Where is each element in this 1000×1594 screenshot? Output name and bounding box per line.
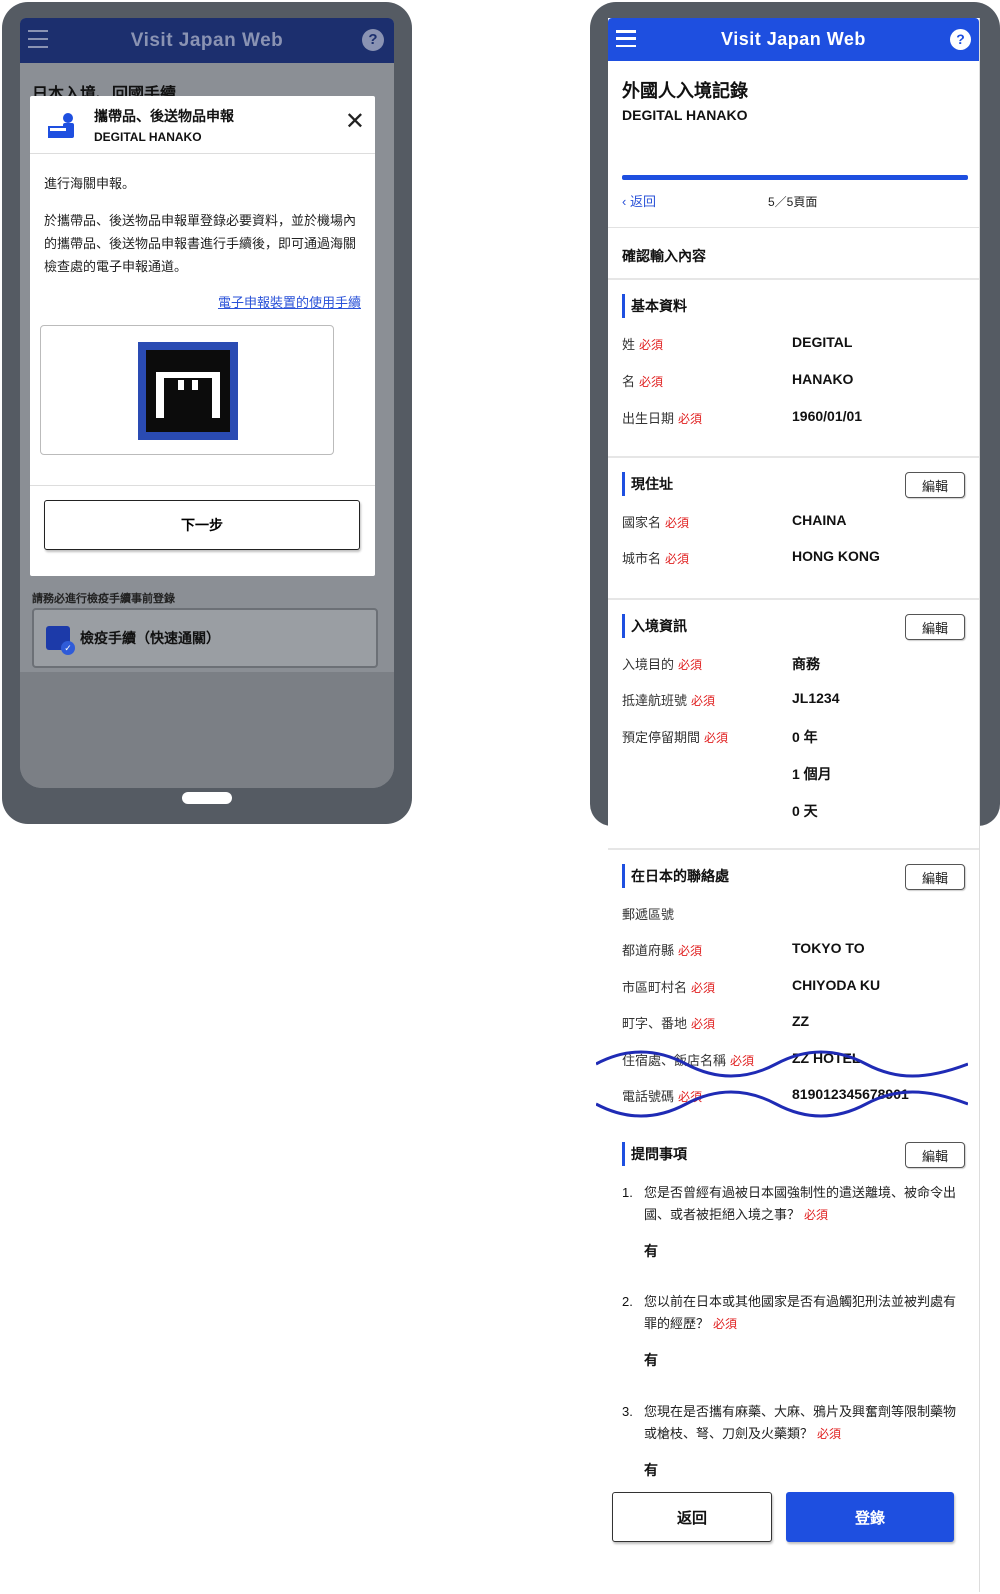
home-indicator [182,792,232,804]
field-prefecture: 都道府縣 必須 TOKYO TO [622,940,865,958]
help-icon[interactable]: ? [362,29,384,51]
required-tag: 必須 [704,731,729,745]
entry-record-page: Visit Japan Web ? 外國人入境記錄 DEGITAL HANAKO… [608,18,980,1592]
modal-header: 攜帶品、後送物品申報 DEGITAL HANAKO ✕ [30,96,375,154]
required-tag: 必須 [639,375,664,389]
stay-months-value: 1 個月 [792,766,832,782]
country-value: CHAINA [792,512,847,528]
required-tag: 必須 [665,552,690,566]
edit-questions-button[interactable]: 編輯 [905,1142,965,1168]
field-given-name: 名必須 HANAKO [622,371,854,389]
modal-body: 進行海關申報。 於攜帶品、後送物品申報單登錄必要資料，並於機場內的攜帶品、後送物… [30,154,375,311]
required-tag: 必須 [691,1017,716,1031]
back-link[interactable]: ‹ 返回 [622,191,656,210]
next-button[interactable]: 下一步 [44,500,360,550]
birth-date-value: 1960/01/01 [792,408,863,424]
field-street: 町字、番地 必須 ZZ [622,1013,810,1031]
section-title: 現住址 [622,472,673,496]
required-tag: 必須 [678,658,703,672]
chevron-left-icon: ‹ [622,194,630,209]
app-title: Visit Japan Web [130,29,284,51]
edit-entry-button[interactable]: 編輯 [905,614,965,640]
quarantine-card-label: 檢疫手續（快速通關） [80,630,220,646]
modal-user-name: DEGITAL HANAKO [94,130,202,144]
stay-days-value: 0 天 [792,803,818,819]
modal-text-detail: 於攜帶品、後送物品申報單登錄必要資料，並於機場內的攜帶品、後送物品申報書進行手續… [44,213,357,274]
question-answer: 有 [644,1352,658,1368]
e-gate-illustration [40,325,334,455]
dimmed-area [20,672,394,788]
section-title: 入境資訊 [622,614,687,638]
flight-value: JL1234 [792,690,840,706]
quarantine-card[interactable]: 檢疫手續（快速通關） [32,608,378,668]
edit-contact-button[interactable]: 編輯 [905,864,965,890]
city-value: HONG KONG [792,548,880,564]
municipality-value: CHIYODA KU [792,977,881,993]
question-answer: 有 [644,1243,658,1259]
question-answer: 有 [644,1462,658,1478]
given-name-value: HANAKO [792,371,854,387]
required-tag: 必須 [639,338,664,352]
section-entry-info: 入境資訊 編輯 入境目的 必須 商務 抵達航班號 必須 JL1234 預定停留期間必… [608,600,979,850]
field-flight: 抵達航班號 必須 JL1234 [622,690,840,708]
menu-icon[interactable] [616,30,636,47]
required-tag: 必須 [678,412,703,426]
prefecture-value: TOKYO TO [792,940,865,956]
required-tag: 必須 [691,981,716,995]
field-country: 國家名 必須 CHAINA [622,512,847,530]
quarantine-note: 請務必進行檢疫手續事前登錄 [32,593,175,605]
field-municipality: 市區町村名 必須 CHIYODA KU [622,977,881,995]
modal-divider [30,485,375,486]
app-header: Visit Japan Web ? [608,18,979,61]
section-basic-info: 基本資料 姓必須 DEGITAL 名必須 HANAKO 出生日期 必須 1960/… [608,280,979,458]
field-birth-date: 出生日期 必須 1960/01/01 [622,408,863,426]
modal-text-intro: 進行海關申報。 [44,176,136,191]
quarantine-icon [46,626,75,655]
section-title: 基本資料 [622,294,687,318]
required-tag: 必須 [665,516,690,530]
progress-bar [622,175,968,180]
field-city: 城市名 必須 HONG KONG [622,548,880,566]
purpose-value: 商務 [792,656,820,672]
field-stay-period: 預定停留期間 必須 0 年 [622,729,818,745]
record-header: 外國人入境記錄 DEGITAL HANAKO ‹ 返回 5／5頁面 [608,61,979,228]
field-surname: 姓必須 DEGITAL [622,334,853,352]
required-tag: 必須 [804,1208,829,1222]
help-icon[interactable]: ? [950,29,971,50]
customs-officer-icon [48,113,74,138]
required-tag: 必須 [817,1427,842,1441]
app-title: Visit Japan Web [721,29,866,49]
edit-address-button[interactable]: 編輯 [905,472,965,498]
section-title: 提問事項 [622,1142,687,1166]
required-tag: 必須 [691,694,716,708]
street-value: ZZ [792,1013,810,1029]
field-stay-days: 0 天 [622,801,962,821]
stay-years-value: 0 年 [792,729,818,745]
field-stay-months: 1 個月 [622,764,962,784]
usage-guide-link[interactable]: 電子申報裝置的使用手續 [44,292,361,311]
section-address: 現住址 編輯 國家名 必須 CHAINA 城市名 必須 HONG KONG [608,458,979,600]
modal-title: 攜帶品、後送物品申報 [94,108,234,124]
record-user-name: DEGITAL HANAKO [622,107,748,123]
required-tag: 必須 [678,944,703,958]
record-title: 外國人入境記錄 [622,81,748,101]
back-button[interactable]: 返回 [612,1492,772,1542]
customs-modal: 攜帶品、後送物品申報 DEGITAL HANAKO ✕ 進行海關申報。 於攜帶品… [30,96,375,576]
page-indicator: 5／5頁面 [768,195,818,209]
menu-icon[interactable] [28,30,48,48]
field-postal-code: 郵遞區號 [622,907,675,922]
register-button[interactable]: 登錄 [786,1492,954,1542]
confirm-heading: 確認輸入內容 [608,228,979,280]
app-header: Visit Japan Web ? [20,18,394,63]
e-gate-icon [138,342,238,440]
field-purpose: 入境目的 必須 商務 [622,656,820,672]
required-tag: 必須 [713,1317,738,1331]
page-break-wave [596,1050,968,1118]
surname-value: DEGITAL [792,334,853,350]
section-title: 在日本的聯絡處 [622,864,729,888]
close-icon[interactable]: ✕ [345,110,365,134]
